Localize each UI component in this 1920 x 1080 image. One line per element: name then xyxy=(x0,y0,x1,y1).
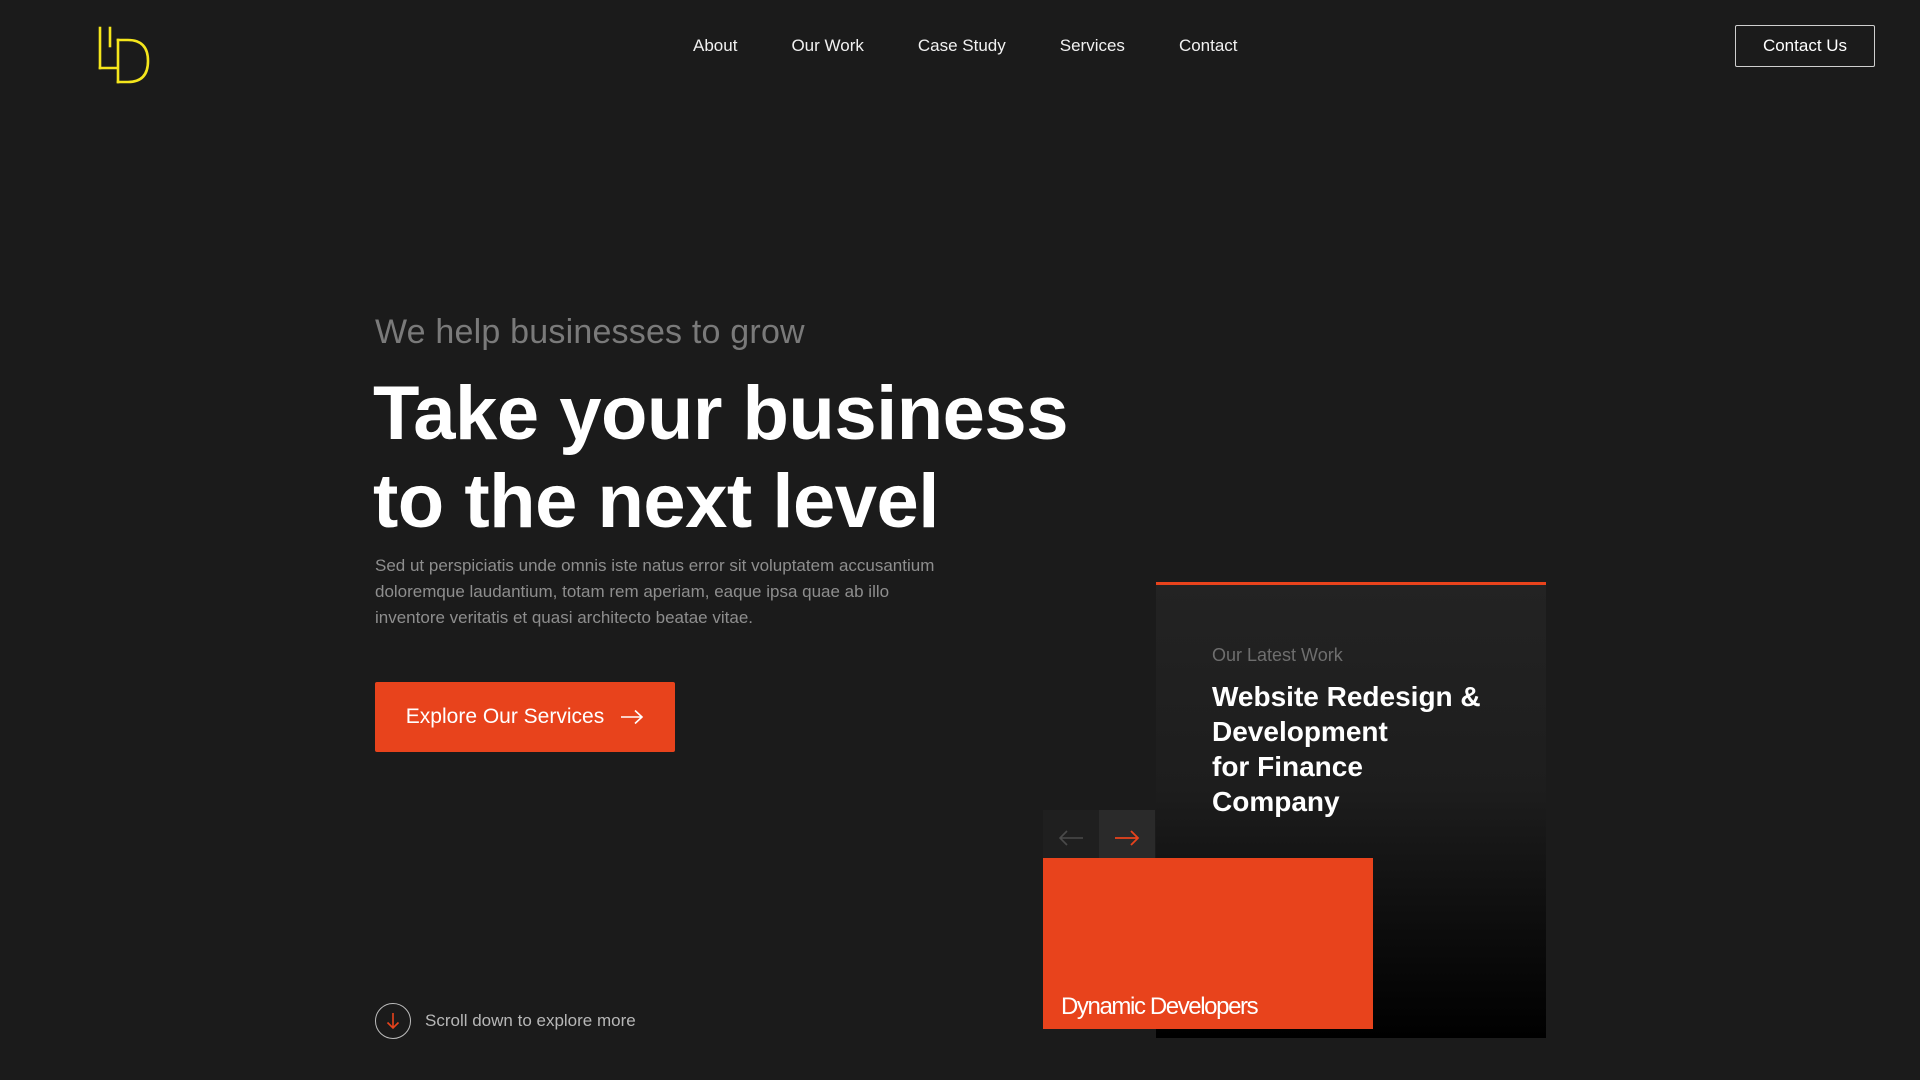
work-preview-tile[interactable]: Dynamic Developers xyxy=(1043,858,1373,1029)
landing-page: About Our Work Case Study Services Conta… xyxy=(0,0,1920,1080)
explore-services-button[interactable]: Explore Our Services xyxy=(375,682,675,752)
nav-our-work[interactable]: Our Work xyxy=(791,34,863,58)
logo[interactable] xyxy=(96,24,152,86)
hero-eyebrow: We help businesses to grow xyxy=(375,313,805,351)
arrow-right-icon xyxy=(621,709,644,725)
contact-us-button[interactable]: Contact Us xyxy=(1735,25,1875,67)
explore-services-label: Explore Our Services xyxy=(405,705,605,728)
latest-work-title: Website Redesign & Development for Finan… xyxy=(1212,679,1512,819)
scroll-down-button[interactable] xyxy=(375,1003,411,1039)
arrow-left-icon xyxy=(1058,830,1083,846)
latest-work-title-line-1: Website Redesign & xyxy=(1212,681,1481,712)
work-preview-label: Dynamic Developers xyxy=(1061,993,1259,1020)
latest-work-title-line-4: Company xyxy=(1212,786,1340,817)
hero-headline-line-2: to the next level xyxy=(373,459,939,544)
main-nav: About Our Work Case Study Services Conta… xyxy=(693,34,1238,58)
nav-contact[interactable]: Contact xyxy=(1179,34,1238,58)
nav-case-study[interactable]: Case Study xyxy=(918,34,1006,58)
latest-work-eyebrow: Our Latest Work xyxy=(1212,645,1343,665)
arrow-right-icon xyxy=(1115,830,1140,846)
latest-work-title-line-2: Development xyxy=(1212,716,1388,747)
scroll-label: Scroll down to explore more xyxy=(425,1011,636,1030)
scroll-indicator[interactable]: Scroll down to explore more xyxy=(375,1003,636,1039)
arrow-down-icon xyxy=(386,1013,400,1030)
hero-description: Sed ut perspiciatis unde omnis iste natu… xyxy=(375,556,935,627)
nav-services[interactable]: Services xyxy=(1060,34,1125,58)
latest-work-title-line-3: for Finance xyxy=(1212,751,1363,782)
hero-headline-line-1: Take your business xyxy=(373,371,1068,456)
nav-about[interactable]: About xyxy=(693,34,737,58)
hero-headline: Take your business to the next level xyxy=(373,370,1093,546)
